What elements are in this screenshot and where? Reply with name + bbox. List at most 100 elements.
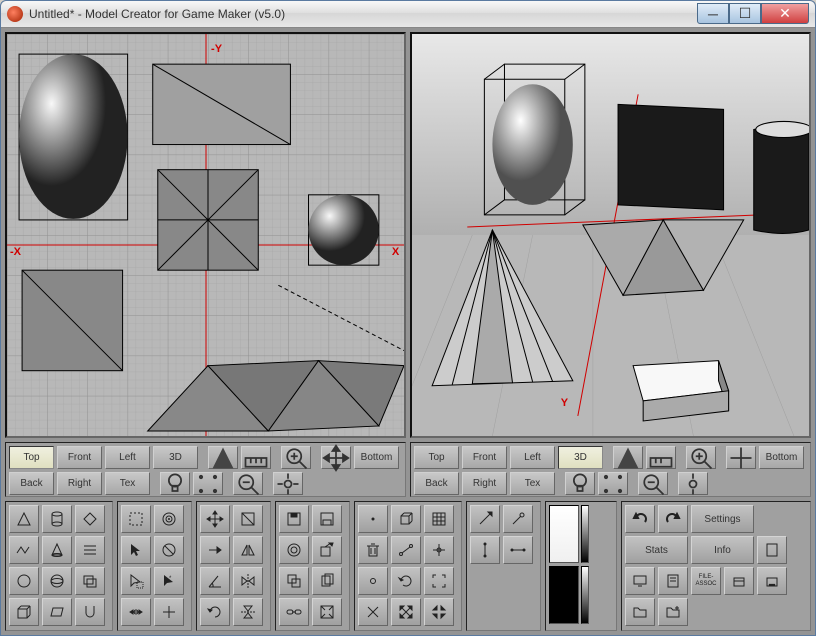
zoom-out-icon[interactable] bbox=[233, 472, 263, 495]
trash-icon[interactable] bbox=[358, 536, 388, 564]
view-3d-button-right[interactable]: 3D bbox=[558, 446, 603, 469]
pointer-all-icon[interactable]: * bbox=[154, 567, 184, 595]
scale-icon[interactable] bbox=[233, 505, 263, 533]
diamond-icon[interactable] bbox=[75, 505, 105, 533]
flip-v-icon[interactable] bbox=[233, 598, 263, 626]
settings-button[interactable]: Settings bbox=[691, 505, 754, 533]
minimize-button[interactable]: ─ bbox=[697, 3, 729, 24]
refresh-icon[interactable] bbox=[391, 567, 421, 595]
pointer-select-icon[interactable] bbox=[121, 567, 151, 595]
view-back-button-right[interactable]: Back bbox=[414, 472, 459, 495]
disk-icon[interactable] bbox=[312, 505, 342, 533]
angle-icon[interactable] bbox=[200, 567, 230, 595]
view-tex-button-left[interactable]: Tex bbox=[105, 472, 150, 495]
view-front-button-left[interactable]: Front bbox=[57, 446, 102, 469]
box-dots-icon[interactable] bbox=[757, 567, 787, 595]
doc-icon[interactable] bbox=[658, 567, 688, 595]
corners-icon[interactable] bbox=[424, 567, 454, 595]
snap-icon[interactable] bbox=[424, 536, 454, 564]
redo-icon[interactable] bbox=[658, 505, 688, 533]
grid-icon[interactable] bbox=[424, 505, 454, 533]
flip-h-icon[interactable] bbox=[233, 567, 263, 595]
points-icon-r[interactable] bbox=[598, 472, 628, 495]
layer-icon[interactable] bbox=[279, 567, 309, 595]
export-icon[interactable] bbox=[312, 536, 342, 564]
view-3d-button-left[interactable]: 3D bbox=[153, 446, 198, 469]
view-tex-button-right[interactable]: Tex bbox=[510, 472, 555, 495]
view-bottom-button-right[interactable]: Bottom bbox=[759, 446, 804, 469]
move-icon[interactable] bbox=[321, 446, 351, 469]
points-icon[interactable] bbox=[193, 472, 223, 495]
view-right-button-right[interactable]: Right bbox=[462, 472, 507, 495]
titlebar[interactable]: Untitled* - Model Creator for Game Maker… bbox=[1, 1, 815, 28]
ruler-icon[interactable] bbox=[241, 446, 271, 469]
file-assoc-button[interactable]: FILE-ASSOC bbox=[691, 567, 721, 595]
zoom-in-icon[interactable] bbox=[281, 446, 311, 469]
marquee-icon[interactable] bbox=[121, 505, 151, 533]
disabled-icon[interactable] bbox=[154, 536, 184, 564]
delete-icon[interactable] bbox=[358, 598, 388, 626]
copy-icon[interactable] bbox=[312, 567, 342, 595]
cylinder-icon[interactable] bbox=[42, 505, 72, 533]
axis-h-icon[interactable] bbox=[503, 536, 533, 564]
stack-icon[interactable] bbox=[75, 567, 105, 595]
ruler-icon-r[interactable] bbox=[646, 446, 676, 469]
wireframe-cube-icon[interactable] bbox=[391, 505, 421, 533]
move-icon-r[interactable] bbox=[726, 446, 756, 469]
color-swatch-white[interactable] bbox=[549, 505, 579, 563]
zoom-out-icon-r[interactable] bbox=[638, 472, 668, 495]
shade-icon-r[interactable] bbox=[613, 446, 643, 469]
dot-small-icon[interactable] bbox=[358, 505, 388, 533]
lightbulb-icon-r[interactable] bbox=[565, 472, 595, 495]
stats-button[interactable]: Stats bbox=[625, 536, 688, 564]
dot-med-icon[interactable] bbox=[358, 567, 388, 595]
close-button[interactable]: ✕ bbox=[761, 3, 809, 24]
folder-add-icon[interactable] bbox=[658, 598, 688, 626]
rotate-icon[interactable] bbox=[200, 598, 230, 626]
color-slider-1[interactable] bbox=[581, 505, 589, 563]
save-file-icon[interactable] bbox=[279, 505, 309, 533]
viewport-left[interactable]: -Y -X X Y bbox=[5, 32, 406, 438]
shade-icon[interactable] bbox=[208, 446, 238, 469]
resize-h-icon[interactable] bbox=[121, 598, 151, 626]
view-back-button-left[interactable]: Back bbox=[9, 472, 54, 495]
sphere-icon[interactable] bbox=[42, 567, 72, 595]
view-right-button-left[interactable]: Right bbox=[57, 472, 102, 495]
move-tool-icon[interactable] bbox=[200, 505, 230, 533]
cube-icon[interactable] bbox=[9, 598, 39, 626]
view-front-button-right[interactable]: Front bbox=[462, 446, 507, 469]
triangle-icon[interactable] bbox=[9, 505, 39, 533]
wave-icon[interactable] bbox=[9, 536, 39, 564]
link-icon[interactable] bbox=[279, 598, 309, 626]
lightbulb-icon[interactable] bbox=[160, 472, 190, 495]
box-icon[interactable] bbox=[724, 567, 754, 595]
parallelogram-icon[interactable] bbox=[42, 598, 72, 626]
mirror-icon[interactable] bbox=[233, 536, 263, 564]
color-swatch-black[interactable] bbox=[549, 566, 579, 624]
collapse-icon[interactable] bbox=[424, 598, 454, 626]
info-button[interactable]: Info bbox=[691, 536, 754, 564]
gear-icon[interactable] bbox=[279, 536, 309, 564]
cone-icon[interactable] bbox=[42, 536, 72, 564]
arrow-right-icon[interactable] bbox=[200, 536, 230, 564]
resize-v-icon[interactable] bbox=[154, 598, 184, 626]
color-slider-2[interactable] bbox=[581, 566, 589, 624]
view-top-button-right[interactable]: Top bbox=[414, 446, 459, 469]
view-top-button-left[interactable]: Top bbox=[9, 446, 54, 469]
list-icon[interactable] bbox=[75, 536, 105, 564]
view-left-button-left[interactable]: Left bbox=[105, 446, 150, 469]
monitor-icon[interactable] bbox=[625, 567, 655, 595]
dropper-icon[interactable] bbox=[503, 505, 533, 533]
folder-icon[interactable] bbox=[625, 598, 655, 626]
viewport-right[interactable]: -Y Y bbox=[410, 32, 811, 438]
expand-icon[interactable] bbox=[391, 598, 421, 626]
zoom-in-icon-r[interactable] bbox=[686, 446, 716, 469]
circle-icon[interactable] bbox=[9, 567, 39, 595]
pencil-icon[interactable] bbox=[470, 505, 500, 533]
path-icon[interactable] bbox=[391, 536, 421, 564]
target-icon[interactable] bbox=[154, 505, 184, 533]
axis-v-icon[interactable] bbox=[470, 536, 500, 564]
magnet-icon[interactable] bbox=[75, 598, 105, 626]
view-bottom-button-left[interactable]: Bottom bbox=[354, 446, 399, 469]
pointer-icon[interactable] bbox=[121, 536, 151, 564]
